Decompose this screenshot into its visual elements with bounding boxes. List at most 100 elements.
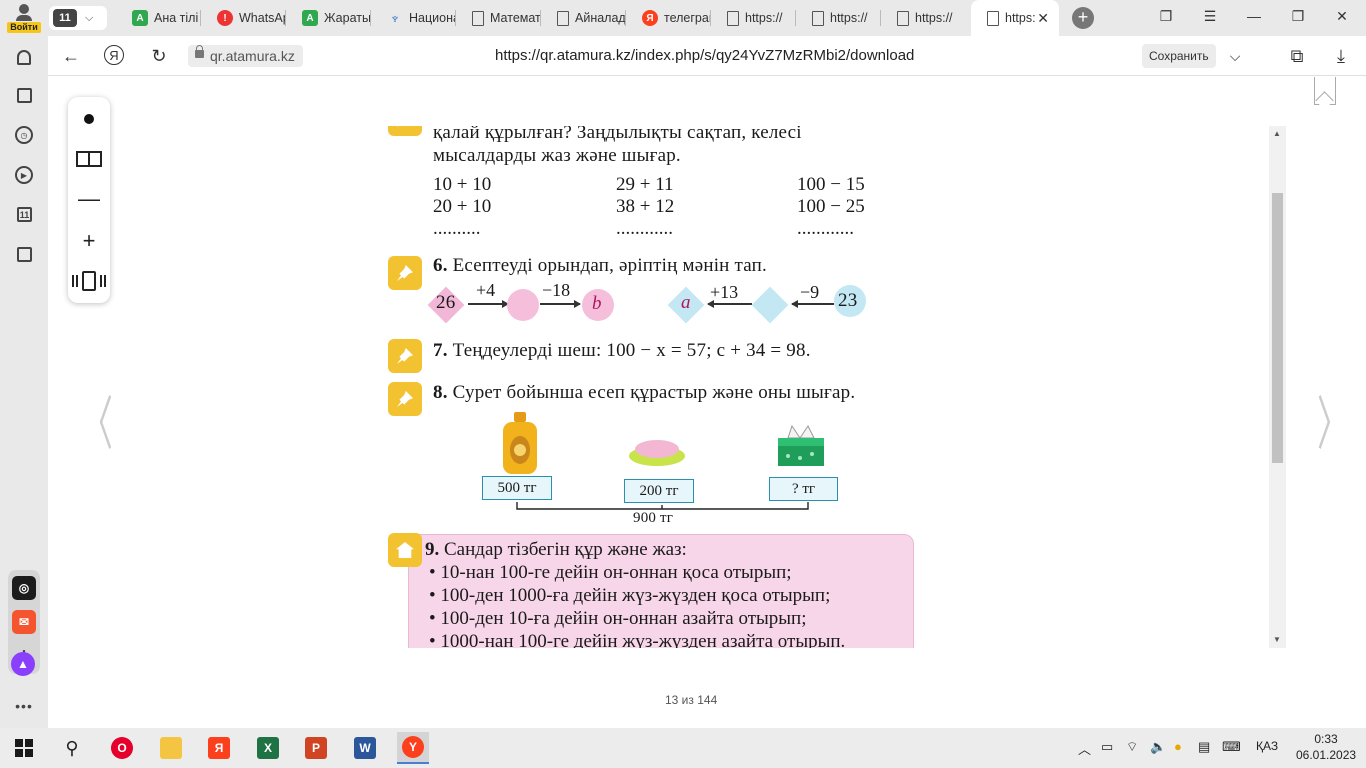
yandex-icon[interactable]: Я (104, 45, 124, 65)
tab[interactable]: https:// (796, 0, 881, 36)
notifications-icon[interactable] (17, 50, 31, 65)
security-icon[interactable]: ● (1174, 739, 1182, 754)
tab-count: 11 (53, 9, 77, 27)
reload-icon[interactable]: ↻ (148, 45, 170, 67)
tab-title: WhatsApp (239, 11, 286, 25)
keyboard-icon[interactable]: ⌨ (1222, 739, 1241, 755)
pdf-viewer: — + 〈 〉 қалай құрылған? Заңдылықты сақта… (48, 77, 1366, 728)
tab-title: Айналадағы (575, 11, 626, 25)
price-label: 200 тг (624, 479, 694, 503)
chain2-op2: −9 (800, 282, 820, 302)
total-label: 900 тг (633, 510, 674, 526)
back-icon[interactable]: ← (60, 45, 82, 67)
tab[interactable]: Айналадағы (541, 0, 626, 36)
video-icon[interactable]: ▶ (15, 166, 33, 184)
close-window-icon[interactable]: ✕ (1332, 8, 1352, 25)
avatar-icon (19, 3, 29, 14)
profile-button[interactable]: Войти (0, 0, 48, 36)
wifi-icon[interactable]: ⌔ (1126, 739, 1138, 755)
tab[interactable]: Я телеграм (626, 0, 711, 36)
tabs-icon[interactable]: 11 (17, 207, 32, 222)
tab[interactable]: A Ана тілі (116, 0, 201, 36)
collections-icon[interactable]: ❐ (1156, 8, 1176, 25)
single-page-button[interactable] (68, 99, 110, 139)
tab[interactable]: ! WhatsApp (201, 0, 286, 36)
task8-heading: 8. Сурет бойынша есеп құрастыр және оны … (433, 382, 856, 403)
chevron-down-icon[interactable]: ⌵ (1224, 45, 1246, 67)
tab-title: Национальная (409, 11, 456, 25)
pin-icon (388, 256, 422, 290)
pin-icon (388, 382, 422, 416)
url-field[interactable]: https://qr.atamura.kz/index.php/s/qy24Yv… (495, 45, 914, 67)
tab-counter-button[interactable]: 11 ⌵ (49, 6, 107, 30)
site-info-button[interactable]: qr.atamura.kz (188, 45, 303, 67)
screenshot-icon[interactable] (17, 247, 32, 262)
collections-icon[interactable] (17, 88, 32, 103)
battery-icon[interactable]: ▭ (1101, 739, 1113, 755)
pin-icon (388, 339, 422, 373)
tab[interactable]: ♆ Национальная (371, 0, 456, 36)
clock[interactable]: 0:33 06.01.2023 (1296, 731, 1356, 763)
opera-icon[interactable]: O (106, 732, 138, 764)
document-icon (812, 10, 824, 26)
document-icon (472, 10, 484, 26)
scrollbar[interactable]: ▲ ▼ (1269, 126, 1286, 648)
volume-icon[interactable]: 🔈 (1150, 739, 1166, 755)
book-icon (76, 151, 102, 167)
word-icon[interactable]: W (349, 732, 381, 764)
history-icon[interactable]: ◷ (15, 126, 33, 144)
tab-title: https:// (1005, 11, 1035, 25)
tab-title: Жаратылыстану (324, 11, 371, 25)
restore-icon[interactable]: ❐ (1288, 8, 1308, 25)
powerpoint-icon[interactable]: P (300, 732, 332, 764)
bookmark-icon[interactable] (1314, 77, 1336, 105)
scroll-down-icon[interactable]: ▼ (1273, 635, 1281, 644)
tab[interactable]: A Жаратылыстану (286, 0, 371, 36)
music-icon[interactable]: ◎ (12, 576, 36, 600)
document-icon (987, 10, 999, 26)
start-button[interactable] (8, 732, 40, 764)
zoom-in-button[interactable]: + (68, 221, 110, 261)
arrow-left-icon (791, 300, 834, 307)
new-tab-button[interactable]: + (1072, 7, 1094, 29)
search-icon[interactable]: ⚲ (56, 732, 88, 764)
download-icon[interactable]: ⤓ (1330, 45, 1352, 67)
excel-icon[interactable]: X (252, 732, 284, 764)
two-page-button[interactable] (68, 139, 110, 179)
task5-line1: қалай құрылған? Заңдылықты сақтап, келес… (433, 126, 802, 143)
tab[interactable]: https:// (711, 0, 796, 36)
task9-heading: 9. Сандар тізбегін құр және жаз: (425, 539, 687, 560)
page-counter: 13 из 144 (665, 693, 718, 707)
zoom-out-button[interactable]: — (68, 179, 110, 219)
alice-icon[interactable]: ▲ (11, 652, 35, 676)
tab-active[interactable]: https:// ✕ (971, 0, 1059, 36)
tab-title: https:// (915, 11, 953, 25)
yandex-browser-icon[interactable]: Y (397, 732, 429, 764)
tab-title: телеграм (664, 11, 711, 25)
list-item: • 100-ден 10-ға дейін он-оннан азайта от… (429, 608, 807, 629)
scroll-up-icon[interactable]: ▲ (1273, 129, 1281, 138)
fit-page-button[interactable] (68, 261, 110, 301)
share-icon[interactable]: ⧉ (1286, 45, 1308, 67)
save-button[interactable]: Сохранить (1142, 44, 1216, 68)
language-indicator[interactable]: ҚАЗ (1256, 739, 1278, 753)
next-page-arrow[interactable]: 〉 (1317, 377, 1349, 461)
chat-icon[interactable]: ▤ (1198, 739, 1210, 755)
file-explorer-icon[interactable] (155, 732, 187, 764)
scrollbar-thumb[interactable] (1272, 193, 1283, 463)
more-icon[interactable]: ••• (14, 696, 34, 716)
yandex-icon[interactable]: Я (203, 732, 235, 764)
chain2-op1: +13 (710, 282, 739, 302)
mail-icon[interactable]: ✉ (12, 610, 36, 634)
tab[interactable]: https:// (881, 0, 971, 36)
chain1-start: 26 (436, 292, 456, 313)
diamond-shape (751, 286, 789, 324)
close-tab-icon[interactable]: ✕ (1037, 10, 1049, 27)
menu-icon[interactable]: ☰ (1200, 8, 1220, 25)
minimize-icon[interactable]: — (1244, 8, 1264, 24)
chevron-up-icon[interactable]: ︿ (1078, 739, 1091, 758)
document-icon (897, 10, 909, 26)
previous-page-arrow[interactable]: 〈 (81, 377, 113, 461)
tab[interactable]: Математика (456, 0, 541, 36)
document-icon (557, 10, 569, 26)
